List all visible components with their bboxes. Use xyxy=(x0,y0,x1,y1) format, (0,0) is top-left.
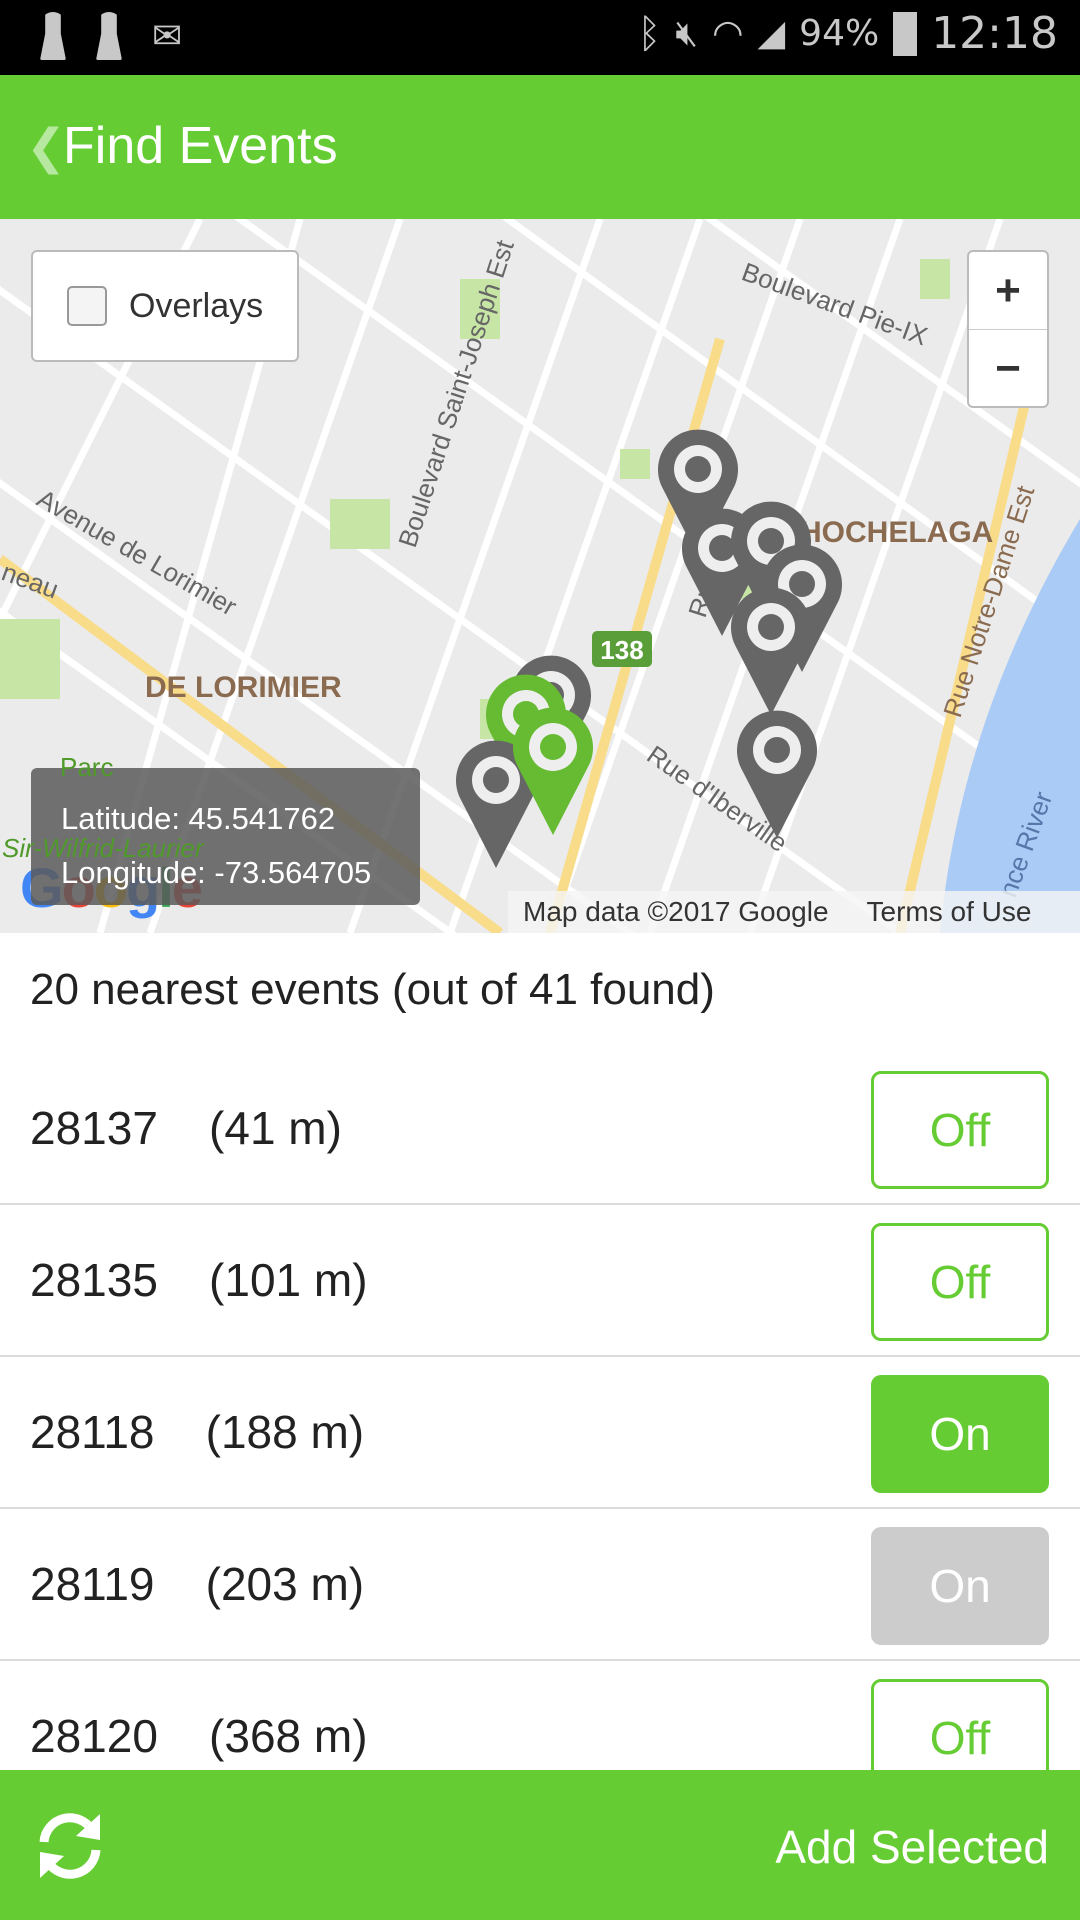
map-label-sir-wilfrid: Sir-Wilfrid-Laurier xyxy=(2,833,204,863)
event-row: 28137 (41 m) Off xyxy=(0,1053,1080,1205)
event-label: 28119 (203 m) xyxy=(30,1558,365,1610)
mute-icon: 🔇︎ xyxy=(675,12,699,54)
event-row: 28118 (188 m) On xyxy=(0,1357,1080,1509)
event-row: 28119 (203 m) On xyxy=(0,1509,1080,1661)
signal-icon: ◢ xyxy=(757,13,786,54)
event-toggle-button[interactable]: On xyxy=(871,1375,1049,1493)
event-toggle-button[interactable]: Off xyxy=(871,1071,1049,1189)
battery-percent: 94% xyxy=(799,13,880,54)
event-toggle-button[interactable]: Off xyxy=(871,1223,1049,1341)
keyhole-icon xyxy=(96,12,122,60)
battery-icon xyxy=(893,11,918,56)
map-view[interactable]: 138 Boulevard Pie-IX Boulevard Saint-Jos… xyxy=(0,219,1080,933)
event-label: 28137 (41 m) xyxy=(30,1102,342,1154)
results-summary: 20 nearest events (out of 41 found) xyxy=(30,965,715,1014)
event-toggle-button[interactable]: On xyxy=(871,1527,1049,1645)
bluetooth-icon: ᛒ xyxy=(637,10,662,57)
wifi-icon: ◠ xyxy=(712,13,744,54)
overlays-toggle[interactable]: Overlays xyxy=(31,250,299,362)
add-selected-button[interactable]: Add Selected xyxy=(775,1820,1049,1874)
overlays-label: Overlays xyxy=(129,286,264,325)
clock: 12:18 xyxy=(931,8,1058,59)
event-row: 28135 (101 m) Off xyxy=(0,1205,1080,1357)
email-icon: ✉ xyxy=(152,15,183,56)
zoom-out-button[interactable]: − xyxy=(969,330,1047,408)
map-label-parc: Parc xyxy=(60,752,114,782)
attribution-text: Map data ©2017 Google xyxy=(523,896,829,927)
map-pin[interactable] xyxy=(731,587,811,715)
overlays-checkbox[interactable] xyxy=(67,286,107,326)
app-header: ❮ Find Events xyxy=(0,75,1080,219)
map-label: HOCHELAGA xyxy=(800,516,993,549)
bottom-bar: Add Selected xyxy=(0,1770,1080,1920)
event-label: 28135 (101 m) xyxy=(30,1254,368,1306)
terms-link[interactable]: Terms of Use xyxy=(867,896,1032,928)
zoom-control: + − xyxy=(967,250,1049,408)
keyhole-icon xyxy=(40,12,66,60)
page-title[interactable]: Find Events xyxy=(63,116,338,176)
zoom-in-button[interactable]: + xyxy=(969,252,1047,330)
route-label: 138 xyxy=(600,635,643,665)
map-label: DE LORIMIER xyxy=(145,671,342,704)
event-label: 28118 (188 m) xyxy=(30,1406,365,1458)
refresh-icon[interactable] xyxy=(30,1806,110,1886)
status-bar: ✉ ᛒ 🔇︎ ◠ ◢ 94% 12:18 xyxy=(0,0,1080,75)
event-label: 28120 (368 m) xyxy=(30,1710,368,1762)
chevron-left-icon[interactable]: ❮ xyxy=(26,119,66,175)
map-attribution: Map data ©2017 Google Terms of Use xyxy=(508,891,1080,933)
